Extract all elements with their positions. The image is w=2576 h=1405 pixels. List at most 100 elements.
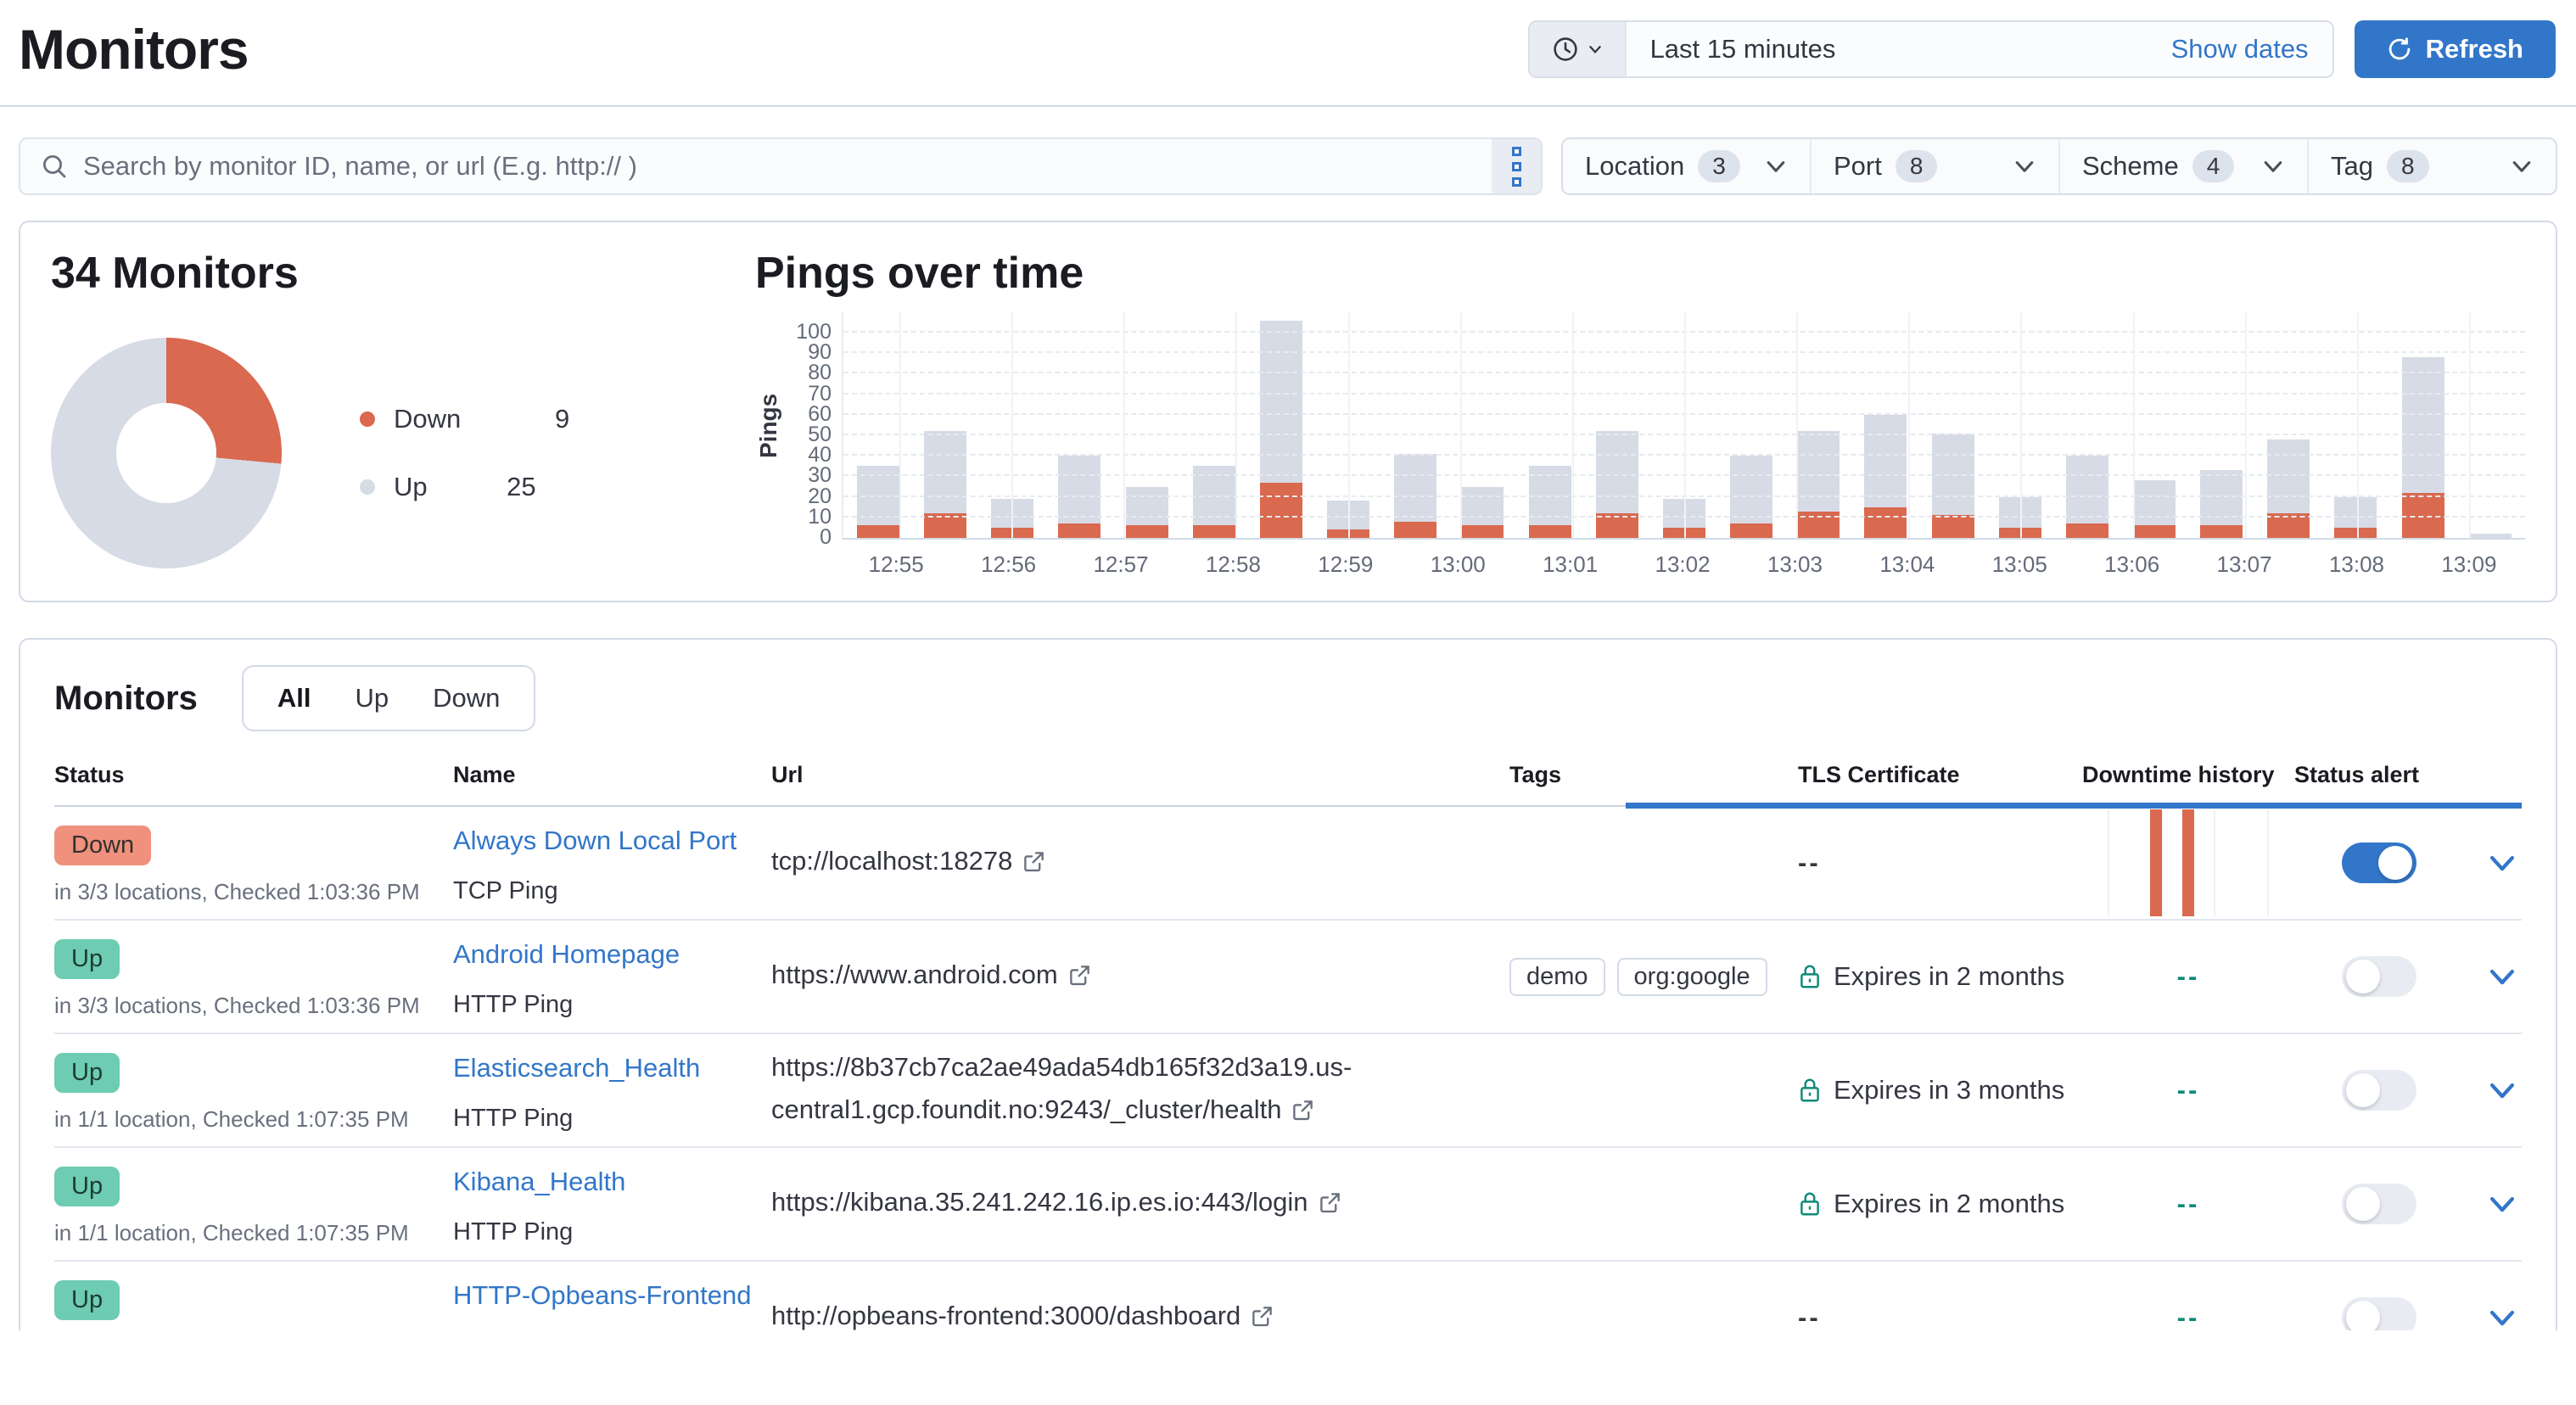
- expand-cell: [2464, 960, 2522, 993]
- filter-tag[interactable]: Tag8: [2307, 139, 2556, 193]
- down-segment: [2334, 528, 2377, 538]
- chevron-down-icon: [2013, 154, 2036, 178]
- monitor-url-link[interactable]: http://opbeans-frontend:3000/dashboard: [771, 1295, 1509, 1330]
- table-row: Upin 3/3 locations, Checked 1:07:38 PMHT…: [54, 1262, 2522, 1330]
- grid-line: [1348, 312, 1350, 538]
- monitor-name-link[interactable]: HTTP-Opbeans-Frontend: [453, 1280, 771, 1311]
- status-badge: Up: [54, 1280, 120, 1320]
- grid-line: [1796, 312, 1798, 538]
- column-header: [2464, 762, 2522, 788]
- column-header: Tags: [1509, 762, 1798, 788]
- legend-value: 9: [520, 404, 569, 434]
- grid-line: [1908, 312, 1910, 538]
- x-tick: 13:09: [2413, 551, 2525, 578]
- tab-down[interactable]: Down: [411, 683, 522, 714]
- monitor-url-link[interactable]: tcp://localhost:18278: [771, 840, 1509, 886]
- tags-cell: demo org:google: [1509, 958, 1798, 996]
- grid-line: [1235, 312, 1237, 538]
- downtime-history-cell: --: [2082, 1189, 2294, 1219]
- empty-value: --: [2177, 961, 2200, 991]
- tab-all[interactable]: All: [255, 683, 333, 714]
- time-range-value[interactable]: Last 15 minutes: [1627, 22, 2171, 76]
- grid-line: [1011, 312, 1013, 538]
- page-title: Monitors: [19, 17, 249, 81]
- lock-icon: [1798, 963, 1822, 990]
- monitors-count-title: 34 Monitors: [51, 248, 755, 299]
- status-cell: Upin 1/1 location, Checked 1:07:35 PM: [54, 1148, 453, 1260]
- chevron-down-icon: [1588, 42, 1603, 57]
- monitor-name-link[interactable]: Always Down Local Port: [453, 826, 771, 856]
- downtime-bar: [2150, 809, 2162, 916]
- expand-cell: [2464, 847, 2522, 879]
- pings-bar-chart: [842, 312, 2525, 540]
- up-segment: [2469, 534, 2512, 538]
- status-alert-toggle[interactable]: [2342, 956, 2416, 997]
- down-segment: [1730, 523, 1772, 538]
- status-badge: Down: [54, 826, 151, 865]
- date-picker-quick-menu-button[interactable]: [1530, 22, 1627, 76]
- query-menu-button[interactable]: [1492, 139, 1541, 193]
- filter-port[interactable]: Port8: [1810, 139, 2058, 193]
- expand-row-button[interactable]: [2486, 1301, 2518, 1330]
- tls-expiry-text: Expires in 3 months: [1834, 1075, 2064, 1106]
- monitor-type: TCP Ping: [453, 877, 771, 905]
- status-alert-toggle[interactable]: [2342, 1297, 2416, 1330]
- monitor-url-link[interactable]: https://kibana.35.241.242.16.ip.es.io:44…: [771, 1181, 1509, 1227]
- filter-scheme[interactable]: Scheme4: [2058, 139, 2307, 193]
- chevron-down-icon: [2261, 154, 2285, 178]
- status-alert-cell: [2294, 1184, 2464, 1224]
- up-segment: [1864, 415, 1907, 507]
- status-alert-cell: [2294, 956, 2464, 997]
- search-icon: [41, 153, 68, 180]
- expand-row-button[interactable]: [2486, 1074, 2518, 1106]
- up-segment: [1058, 456, 1100, 523]
- x-tick: 12:57: [1065, 551, 1177, 578]
- expand-row-button[interactable]: [2486, 1188, 2518, 1220]
- checked-text: in 3/3 locations, Checked 1:03:36 PM: [54, 879, 453, 905]
- filter-count-badge: 8: [1896, 150, 1938, 182]
- expand-row-button[interactable]: [2486, 847, 2518, 879]
- status-alert-toggle[interactable]: [2342, 1184, 2416, 1224]
- show-dates-link[interactable]: Show dates: [2171, 22, 2332, 76]
- name-cell: HTTP-Opbeans-FrontendHTTP Ping: [453, 1262, 771, 1330]
- tab-up[interactable]: Up: [333, 683, 412, 714]
- external-link-icon: [1319, 1184, 1341, 1227]
- external-link-icon: [1068, 957, 1091, 999]
- lock-icon: [1798, 1190, 1822, 1217]
- grid-line: [1460, 312, 1462, 538]
- search-input[interactable]: [83, 151, 1492, 182]
- grid-line: [2020, 312, 2022, 538]
- status-alert-toggle[interactable]: [2342, 1070, 2416, 1111]
- down-segment: [1529, 525, 1571, 538]
- status-alert-toggle[interactable]: [2342, 842, 2416, 883]
- refresh-button[interactable]: Refresh: [2355, 20, 2556, 78]
- tag-badge[interactable]: demo: [1509, 958, 1605, 996]
- monitor-name-link[interactable]: Android Homepage: [453, 939, 771, 970]
- table-body: Down in 3/3 locations, Checked 1:03:36 PM…: [54, 807, 2522, 1330]
- column-header: Status: [54, 762, 453, 788]
- legend-item[interactable]: Down9: [360, 404, 569, 434]
- table-row: Upin 1/1 location, Checked 1:07:35 PMKib…: [54, 1148, 2522, 1262]
- empty-value: --: [2177, 1075, 2200, 1105]
- up-segment: [1260, 321, 1302, 483]
- time-controls: Last 15 minutes Show dates Refresh: [1528, 20, 2556, 78]
- status-cell: Down in 3/3 locations, Checked 1:03:36 PM: [54, 807, 453, 919]
- monitor-name-link[interactable]: Kibana_Health: [453, 1167, 771, 1197]
- pings-bar: [1932, 434, 1974, 538]
- legend-item[interactable]: Up25: [360, 472, 569, 502]
- x-tick: 12:56: [952, 551, 1064, 578]
- monitor-url-link[interactable]: https://8b37cb7ca2ae49ada54db165f32d3a19…: [771, 1046, 1509, 1134]
- up-segment: [2402, 357, 2444, 493]
- expand-row-button[interactable]: [2486, 960, 2518, 993]
- tag-badge[interactable]: org:google: [1617, 958, 1767, 996]
- filter-location[interactable]: Location3: [1563, 139, 1810, 193]
- legend-value: 25: [487, 472, 536, 502]
- pings-bar: [2469, 534, 2512, 538]
- x-tick: 13:08: [2300, 551, 2412, 578]
- filter-label: Scheme: [2082, 151, 2179, 182]
- grid-line: [2245, 312, 2247, 538]
- up-segment: [1461, 487, 1504, 526]
- header-divider: [0, 105, 2576, 107]
- monitor-name-link[interactable]: Elasticsearch_Health: [453, 1053, 771, 1083]
- monitor-url-link[interactable]: https://www.android.com: [771, 954, 1509, 999]
